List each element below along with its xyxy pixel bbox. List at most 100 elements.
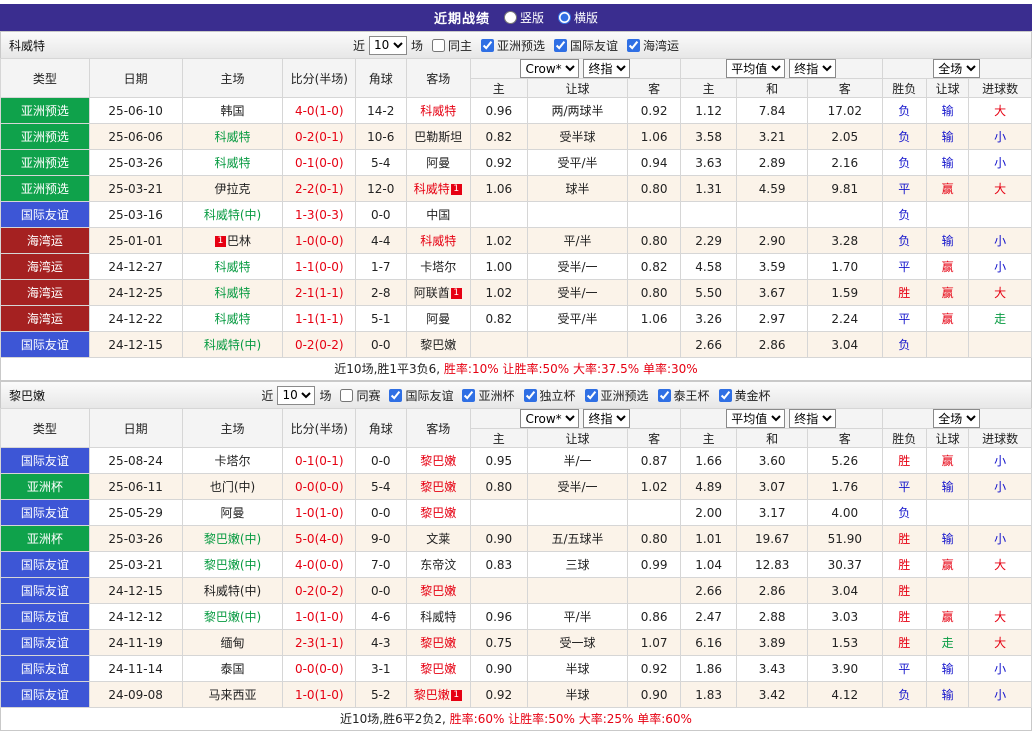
red-card-badge: 1 — [450, 690, 462, 701]
vertical-radio-input[interactable] — [503, 11, 517, 24]
odds-away-cell: 0.82 — [627, 253, 681, 280]
filter-checkbox[interactable]: 同赛 — [340, 387, 380, 404]
score-cell: 2-2(0-1) — [282, 175, 357, 202]
avg-away-cell: 3.04 — [806, 577, 883, 604]
odds-company-select[interactable]: Crow* — [520, 59, 580, 78]
home-team-cell: 科威特(中) — [181, 331, 284, 358]
checkbox-label: 国际友谊 — [405, 388, 454, 403]
average-header-group: 平均值 终指 — [679, 408, 883, 429]
checkbox-input[interactable] — [657, 388, 671, 402]
filter-checkbox[interactable]: 泰王杯 — [657, 387, 710, 404]
avg-home-cell: 4.58 — [679, 253, 738, 280]
avg-away-cell: 17.02 — [806, 97, 883, 124]
filter-checkbox[interactable]: 亚洲预选 — [481, 37, 545, 54]
avg-draw-cell — [736, 201, 808, 228]
checkbox-label: 亚洲杯 — [478, 388, 515, 403]
red-card-badge: 1 — [214, 236, 226, 247]
filter-checkbox[interactable]: 亚洲预选 — [584, 387, 649, 404]
filter-checkbox[interactable]: 黄金杯 — [718, 387, 771, 404]
filter-checkbox[interactable]: 同主 — [431, 37, 472, 54]
odds-away-cell: 0.92 — [627, 655, 681, 682]
filter-checkbox[interactable]: 独立杯 — [523, 387, 576, 404]
home-team-cell: 科威特 — [181, 123, 284, 150]
red-card-badge: 1 — [450, 184, 462, 195]
result-cell: 负 — [881, 123, 927, 150]
handicap-result-cell: 输 — [925, 149, 970, 176]
date-cell: 24-11-19 — [88, 629, 183, 656]
horizontal-radio-input[interactable] — [558, 11, 571, 24]
result-cell: 胜 — [881, 551, 927, 578]
average-select[interactable]: 平均值 — [726, 409, 786, 428]
record-summary: 近10场,胜1平3负6, 胜率:10% 让胜率:50% 大率:37.5% 单率:… — [0, 358, 1032, 381]
competition-badge: 国际友谊 — [0, 551, 90, 578]
match-row: 亚洲预选 25-03-26 科威特 0-1(0-0) 5-4 阿曼 0.92 受平/半 0.94… — [0, 149, 1032, 176]
average-select[interactable]: 平均值 — [726, 59, 786, 78]
odds-away-cell — [627, 499, 681, 526]
checkbox-input[interactable] — [584, 388, 598, 402]
odds-final-select[interactable]: 终指 — [583, 59, 631, 78]
avg-away-cell — [806, 201, 883, 228]
odds-home-cell: 1.00 — [470, 253, 528, 280]
away-team-cell: 黎巴嫩 — [405, 473, 472, 500]
avg-draw-cell: 3.43 — [736, 655, 808, 682]
corner-cell: 9-0 — [355, 525, 407, 552]
handicap-result-cell — [925, 201, 970, 228]
checkbox-input[interactable] — [431, 38, 445, 52]
games-label: 场 — [319, 388, 332, 403]
filter-checkbox[interactable]: 亚洲杯 — [462, 387, 515, 404]
filter-checkbox[interactable]: 国际友谊 — [554, 37, 618, 54]
handicap-result-cell: 赢 — [925, 551, 970, 578]
checkbox-input[interactable] — [523, 388, 537, 402]
competition-badge: 国际友谊 — [0, 629, 90, 656]
checkbox-input[interactable] — [462, 388, 476, 402]
checkbox-input[interactable] — [554, 38, 568, 52]
match-row: 亚洲预选 25-06-06 科威特 0-2(0-1) 10-6 巴勒斯坦 0.82 受半球 1.… — [0, 123, 1032, 150]
corner-cell: 3-1 — [355, 655, 407, 682]
recent-count-select[interactable]: 10 — [277, 385, 316, 405]
odds-away-cell: 1.06 — [627, 305, 681, 332]
home-team-cell: 黎巴嫩(中) — [181, 525, 284, 552]
avg-away-cell: 3.90 — [806, 655, 883, 682]
avg-draw-cell: 3.59 — [736, 253, 808, 280]
odds-final-select[interactable]: 终指 — [583, 409, 631, 428]
avg-away-cell: 3.04 — [806, 331, 883, 358]
handicap-result-cell: 输 — [925, 473, 970, 500]
checkbox-input[interactable] — [389, 388, 403, 402]
avg-away-cell: 2.24 — [806, 305, 883, 332]
sub-header-odds-line: 让球 — [526, 428, 629, 448]
home-team-cell: 马来西亚 — [181, 681, 284, 708]
layout-radio-horizontal[interactable]: 横版 — [558, 9, 598, 26]
filter-checkbox[interactable]: 海湾运 — [627, 37, 679, 54]
checkbox-input[interactable] — [627, 38, 641, 52]
avg-home-cell: 4.89 — [679, 473, 738, 500]
checkbox-input[interactable] — [718, 388, 732, 402]
handicap-result-cell: 走 — [925, 629, 970, 656]
corner-cell: 1-7 — [355, 253, 407, 280]
recent-count-select[interactable]: 10 — [368, 35, 407, 55]
average-final-select[interactable]: 终指 — [789, 59, 837, 78]
odds-away-cell — [627, 331, 681, 358]
goals-result-cell — [968, 499, 1032, 526]
layout-radio-vertical[interactable]: 竖版 — [503, 9, 544, 26]
home-team-cell: 伊拉克 — [181, 175, 284, 202]
checkbox-input[interactable] — [481, 38, 494, 52]
avg-draw-cell: 3.42 — [736, 681, 808, 708]
team-name: 科威特 — [9, 38, 46, 53]
scope-select[interactable]: 全场 — [933, 59, 981, 78]
avg-away-cell: 51.90 — [806, 525, 883, 552]
away-team-cell: 科威特 — [405, 97, 472, 124]
away-team-cell: 黎巴嫩 — [405, 331, 472, 358]
result-cell: 胜 — [881, 447, 927, 474]
average-final-select[interactable]: 终指 — [789, 409, 837, 428]
col-header-date: 日期 — [88, 408, 183, 448]
home-team-cell: 科威特(中) — [181, 201, 284, 228]
corner-cell: 12-0 — [355, 175, 407, 202]
col-header-type: 类型 — [0, 408, 90, 448]
odds-company-select[interactable]: Crow* — [520, 409, 580, 428]
filter-checkbox[interactable]: 国际友谊 — [389, 387, 453, 404]
sub-header-handicap: 让球 — [925, 78, 970, 98]
odds-home-cell: 0.90 — [470, 525, 528, 552]
scope-select[interactable]: 全场 — [933, 409, 981, 428]
checkbox-input[interactable] — [340, 388, 354, 402]
sub-header-odds-away: 客 — [627, 78, 681, 98]
